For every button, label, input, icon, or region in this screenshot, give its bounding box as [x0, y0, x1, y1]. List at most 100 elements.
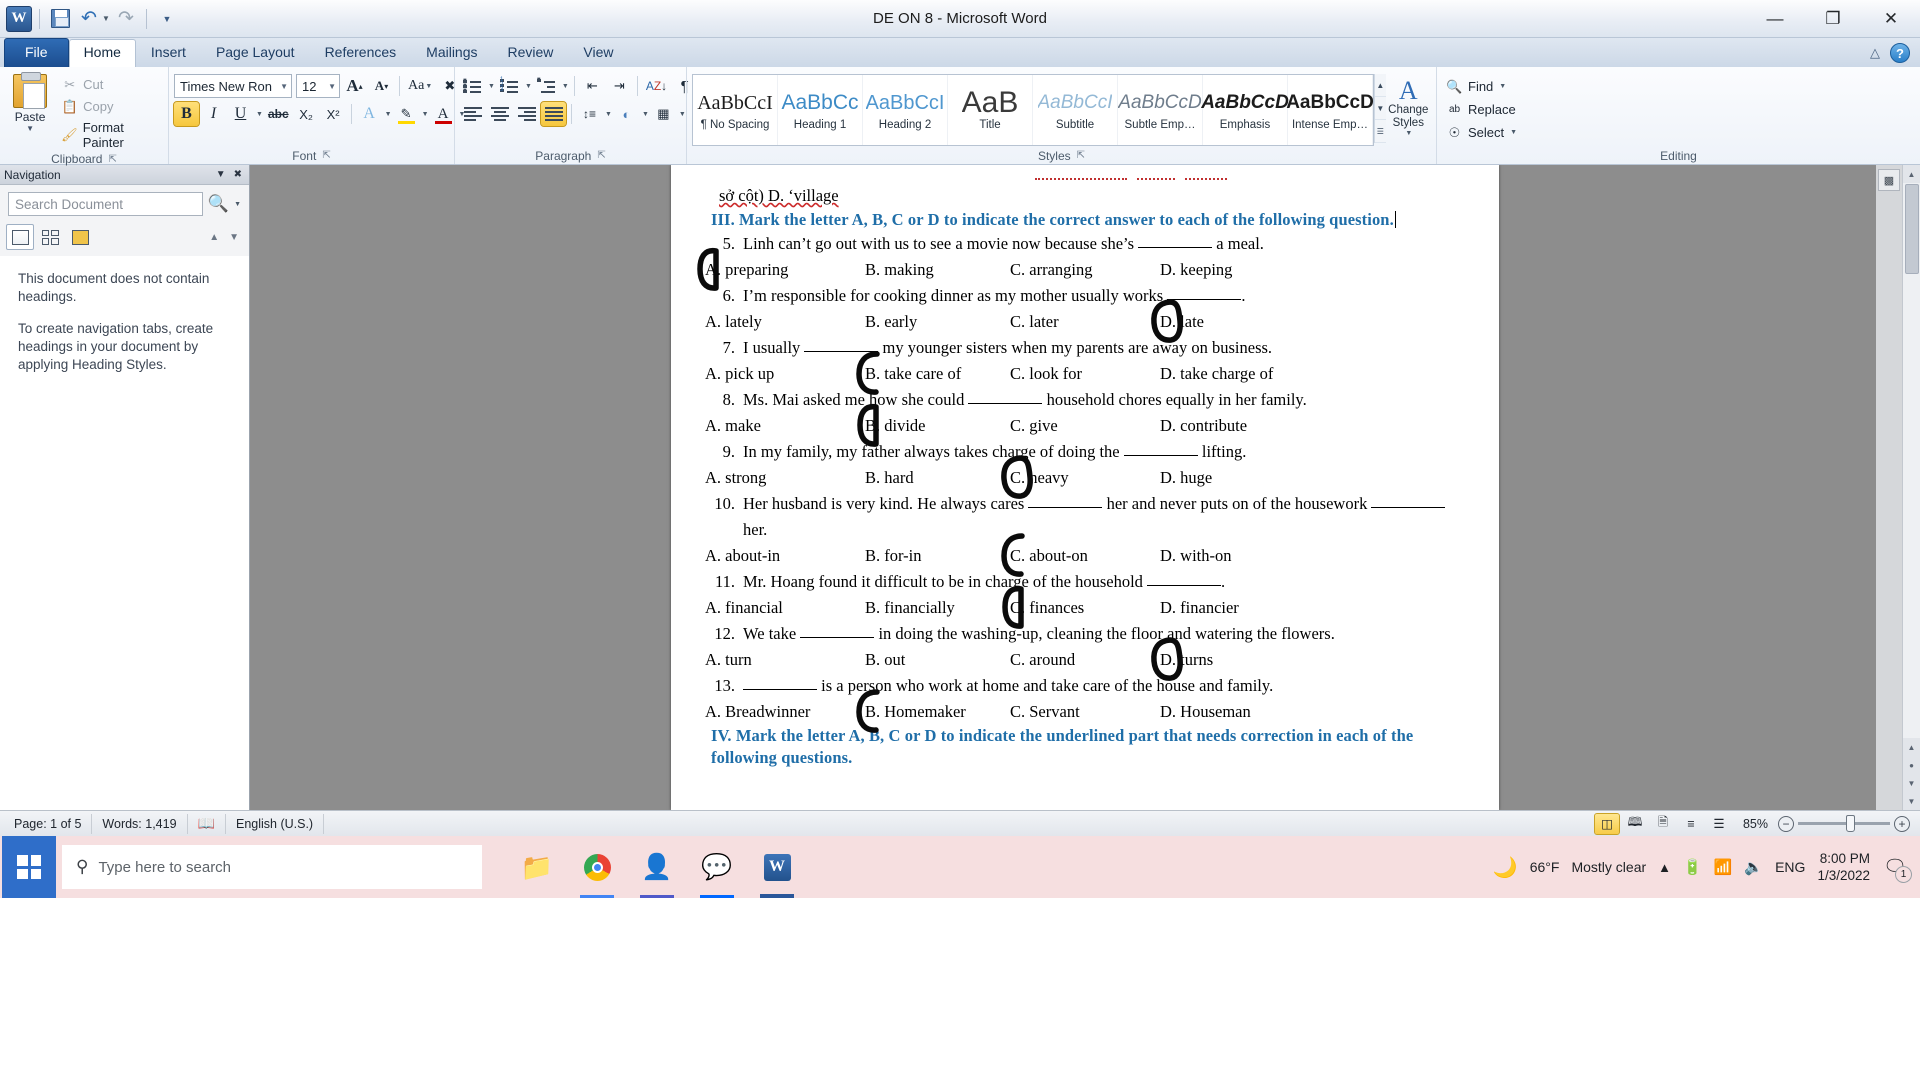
- page-indicator[interactable]: Page: 1 of 5: [4, 813, 93, 834]
- navigation-tab-headings[interactable]: [6, 224, 34, 250]
- chevron-down-icon[interactable]: ▼: [1510, 129, 1517, 136]
- close-button[interactable]: ✕: [1862, 0, 1920, 38]
- font-name-combo[interactable]: Times New Ron ▼: [174, 74, 292, 98]
- style-item-heading-2[interactable]: AaBbCcI Heading 2: [863, 75, 948, 145]
- notification-center-button[interactable]: 🗨 1: [1882, 854, 1912, 883]
- align-left-button[interactable]: [460, 102, 485, 126]
- zoom-thumb[interactable]: [1846, 815, 1855, 832]
- redo-icon[interactable]: ↷: [113, 6, 139, 32]
- dialog-launcher-icon[interactable]: ⇱: [322, 150, 330, 161]
- search-input[interactable]: Search Document: [8, 192, 204, 216]
- ruler-toggle-icon[interactable]: ▩: [1878, 169, 1900, 191]
- highlight-button[interactable]: ✎: [394, 102, 419, 126]
- tab-view[interactable]: View: [568, 39, 628, 67]
- dialog-launcher-icon[interactable]: ⇱: [597, 150, 605, 161]
- navigation-tab-results[interactable]: [66, 224, 94, 250]
- show-hidden-icons-icon[interactable]: ▲: [1658, 860, 1671, 875]
- undo-dropdown-icon[interactable]: ▼: [102, 14, 110, 23]
- chevron-down-icon[interactable]: ▼: [324, 82, 336, 91]
- chevron-down-icon[interactable]: ▼: [26, 124, 34, 133]
- word-count[interactable]: Words: 1,419: [92, 813, 188, 834]
- styles-scroll-up-icon[interactable]: ▲: [1375, 74, 1386, 97]
- outline-view-button[interactable]: ≡: [1679, 814, 1703, 834]
- navigation-close-icon[interactable]: ✖: [234, 169, 242, 180]
- format-painter-button[interactable]: 🖌 Format Painter: [58, 118, 163, 152]
- chevron-down-icon[interactable]: ▼: [562, 83, 569, 90]
- start-button[interactable]: [2, 836, 56, 898]
- navigation-next-icon[interactable]: ▼: [229, 232, 239, 243]
- document-vertical-scrollbar[interactable]: ▲ ▲ ● ▼ ▼: [1902, 165, 1920, 810]
- zoom-slider[interactable]: − +: [1778, 815, 1910, 832]
- zoom-track[interactable]: [1798, 815, 1890, 832]
- cut-button[interactable]: ✂ Cut: [58, 74, 163, 95]
- help-icon[interactable]: ?: [1890, 43, 1910, 63]
- underline-dropdown-icon[interactable]: ▼: [256, 111, 263, 118]
- undo-icon[interactable]: ↶: [76, 6, 102, 32]
- tab-mailings[interactable]: Mailings: [411, 39, 492, 67]
- style-item-intense-emp[interactable]: AaBbCcD Intense Emp…: [1286, 75, 1374, 145]
- decrease-indent-button[interactable]: ⇤: [580, 74, 605, 98]
- draft-view-button[interactable]: ☰: [1707, 814, 1731, 834]
- scroll-next-page-icon[interactable]: ▼: [1902, 774, 1920, 792]
- save-icon[interactable]: [47, 6, 73, 32]
- shading-button[interactable]: ◐: [614, 102, 639, 126]
- chevron-down-icon[interactable]: ▼: [642, 111, 649, 118]
- tab-review[interactable]: Review: [493, 39, 569, 67]
- battery-icon[interactable]: 🔋: [1683, 858, 1702, 876]
- zoom-out-button[interactable]: −: [1778, 815, 1794, 832]
- find-button[interactable]: 🔍 Find ▼: [1442, 76, 1525, 97]
- change-styles-button[interactable]: A Change Styles ▼: [1386, 74, 1431, 138]
- font-color-button[interactable]: A: [431, 102, 456, 126]
- customize-qat-icon[interactable]: ▼: [154, 6, 180, 32]
- superscript-button[interactable]: X²: [321, 102, 346, 126]
- increase-indent-button[interactable]: ⇥: [607, 74, 632, 98]
- tab-page-layout[interactable]: Page Layout: [201, 39, 310, 67]
- print-layout-view-button[interactable]: ◫: [1593, 812, 1620, 835]
- chevron-down-icon[interactable]: ▼: [605, 111, 612, 118]
- align-right-button[interactable]: [514, 102, 539, 126]
- italic-button[interactable]: I: [201, 102, 226, 126]
- navigation-tab-pages[interactable]: [36, 224, 64, 250]
- style-item-title[interactable]: AaB Title: [948, 75, 1033, 145]
- chevron-down-icon[interactable]: ▼: [234, 201, 241, 208]
- search-icon[interactable]: 🔍: [207, 193, 229, 215]
- volume-icon[interactable]: 🔈: [1744, 858, 1763, 876]
- grow-font-button[interactable]: A ▴: [342, 74, 367, 98]
- taskbar-microsoft-word[interactable]: W: [750, 836, 804, 898]
- numbering-button[interactable]: 123: [497, 74, 522, 98]
- underline-button[interactable]: U: [228, 102, 253, 126]
- multilevel-list-button[interactable]: ■: [534, 74, 559, 98]
- dialog-launcher-icon[interactable]: ⇱: [108, 154, 116, 165]
- proofing-status[interactable]: 📖: [188, 813, 226, 834]
- clock[interactable]: 8:00 PM 1/3/2022: [1817, 850, 1870, 884]
- taskbar-search-input[interactable]: ⚲ Type here to search: [62, 845, 482, 889]
- line-spacing-button[interactable]: ↕≡: [577, 102, 602, 126]
- dialog-launcher-icon[interactable]: ⇱: [1077, 150, 1085, 161]
- web-layout-view-button[interactable]: 🗎: [1651, 814, 1675, 834]
- align-center-button[interactable]: [487, 102, 512, 126]
- replace-button[interactable]: ab Replace: [1442, 99, 1525, 120]
- paste-button[interactable]: Paste ▼: [5, 72, 55, 133]
- navigation-options-icon[interactable]: ▼: [216, 169, 226, 180]
- weather-desc[interactable]: Mostly clear: [1571, 859, 1646, 875]
- style-item-emphasis[interactable]: AaBbCcD Emphasis: [1201, 75, 1289, 145]
- borders-button[interactable]: ▦: [651, 102, 676, 126]
- chevron-down-icon[interactable]: ▼: [525, 83, 532, 90]
- chevron-down-icon[interactable]: ▼: [488, 83, 495, 90]
- scroll-up-icon[interactable]: ▲: [1902, 165, 1920, 183]
- taskbar-google-chrome[interactable]: [570, 836, 624, 898]
- styles-scroll-down-icon[interactable]: ▼: [1375, 97, 1386, 120]
- taskbar-microsoft-teams[interactable]: 👤: [630, 836, 684, 898]
- select-browse-object-icon[interactable]: ●: [1902, 756, 1920, 774]
- language-indicator[interactable]: ENG: [1775, 859, 1805, 875]
- language-indicator[interactable]: English (U.S.): [226, 813, 325, 834]
- taskbar-zalo[interactable]: 💬: [690, 836, 744, 898]
- zoom-in-button[interactable]: +: [1894, 815, 1910, 832]
- document-canvas[interactable]: sở cột) D. ‘village III. Mark the letter…: [250, 165, 1920, 810]
- weather-temp[interactable]: 66°F: [1530, 859, 1560, 875]
- chevron-down-icon[interactable]: ▼: [1499, 83, 1506, 90]
- shrink-font-button[interactable]: A ▾: [369, 74, 394, 98]
- chevron-down-icon[interactable]: ▼: [679, 111, 686, 118]
- sort-button[interactable]: AZ↓: [643, 74, 670, 98]
- text-effects-button[interactable]: A: [357, 102, 382, 126]
